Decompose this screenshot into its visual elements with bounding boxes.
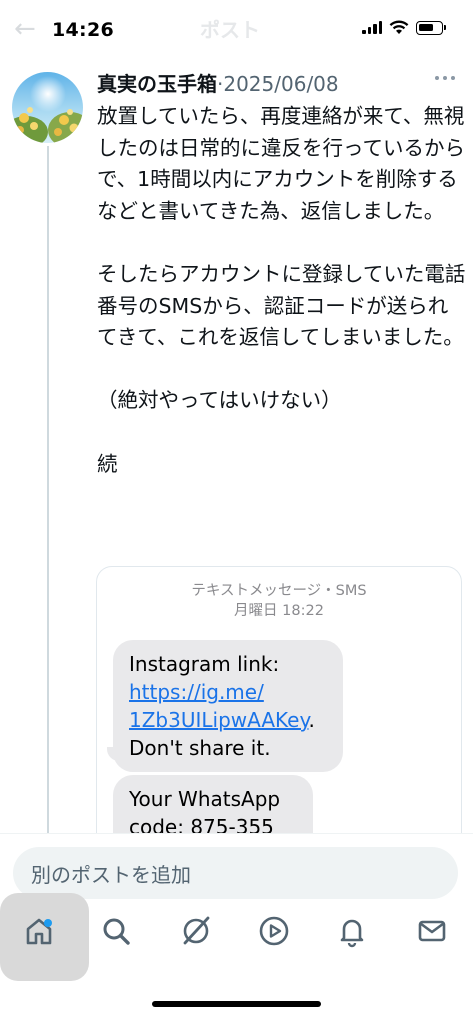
- tab-video[interactable]: [254, 911, 294, 951]
- status-icons: [362, 20, 446, 35]
- sms-header: テキストメッセージ・SMS 月曜日 18:22: [97, 581, 461, 621]
- add-post-input[interactable]: 別のポストを追加: [13, 847, 458, 899]
- sms-bubble: Instagram link: https://ig.me/ 1Zb3UILip…: [113, 640, 343, 772]
- thread-line: [47, 146, 49, 836]
- status-bar: ← 14:26 ポスト: [0, 0, 473, 56]
- sms-text: Instagram link:: [129, 652, 280, 676]
- cellular-signal-icon: [362, 21, 382, 34]
- tab-grok[interactable]: [176, 911, 216, 951]
- mail-icon: [418, 920, 446, 942]
- tab-messages[interactable]: [412, 911, 452, 951]
- back-button[interactable]: ←: [14, 14, 36, 44]
- tab-search[interactable]: [96, 911, 136, 951]
- status-time: 14:26: [52, 19, 114, 41]
- tweet-text: 放置していたら、再度連絡が来て、無視したのは日常的に違反を行っているからで、1時…: [97, 101, 467, 480]
- tweet-paragraph: 続: [97, 451, 118, 476]
- home-icon: [26, 918, 52, 945]
- tweet-header: 真実の玉手箱·2025/06/08: [97, 70, 437, 98]
- attached-image[interactable]: テキストメッセージ・SMS 月曜日 18:22 Instagram link: …: [96, 566, 462, 868]
- avatar-image: [12, 72, 83, 143]
- tweet-date[interactable]: 2025/06/08: [223, 72, 338, 96]
- sms-text: Don't share it.: [129, 736, 271, 760]
- sms-service-label: テキストメッセージ・SMS: [191, 583, 367, 599]
- tab-notifications[interactable]: [332, 911, 372, 951]
- author-name[interactable]: 真実の玉手箱: [97, 72, 217, 96]
- grok-icon: [183, 916, 210, 945]
- search-icon: [103, 918, 130, 945]
- sms-link-line: https://ig.me/: [129, 678, 327, 706]
- sms-link[interactable]: https://ig.me/: [129, 680, 264, 704]
- sms-timestamp: 月曜日 18:22: [234, 603, 324, 619]
- nav-title: ポスト: [200, 18, 260, 42]
- avatar[interactable]: [12, 72, 83, 143]
- play-icon: [259, 916, 289, 946]
- more-options-icon[interactable]: [435, 76, 455, 80]
- sms-link-suffix: .: [308, 708, 315, 732]
- sms-link[interactable]: 1Zb3UILipwAAKey: [129, 708, 308, 732]
- bell-icon: [340, 919, 364, 948]
- home-indicator[interactable]: [152, 1001, 321, 1007]
- tweet-paragraph: （絶対やってはいけない）: [97, 388, 342, 413]
- tab-home[interactable]: [19, 911, 59, 951]
- wifi-icon: [389, 20, 409, 34]
- sms-text: Your WhatsApp: [129, 787, 281, 811]
- tab-bar: [0, 893, 473, 997]
- tweet-paragraph: 放置していたら、再度連絡が来て、無視したのは日常的に違反を行っているからで、1時…: [97, 104, 465, 223]
- sms-link-line: 1Zb3UILipwAAKey.: [129, 706, 327, 734]
- battery-icon: [416, 20, 446, 35]
- tweet-paragraph: そしたらアカウントに登録していた電話番号のSMSから、認証コードが送られてきて、…: [97, 261, 466, 350]
